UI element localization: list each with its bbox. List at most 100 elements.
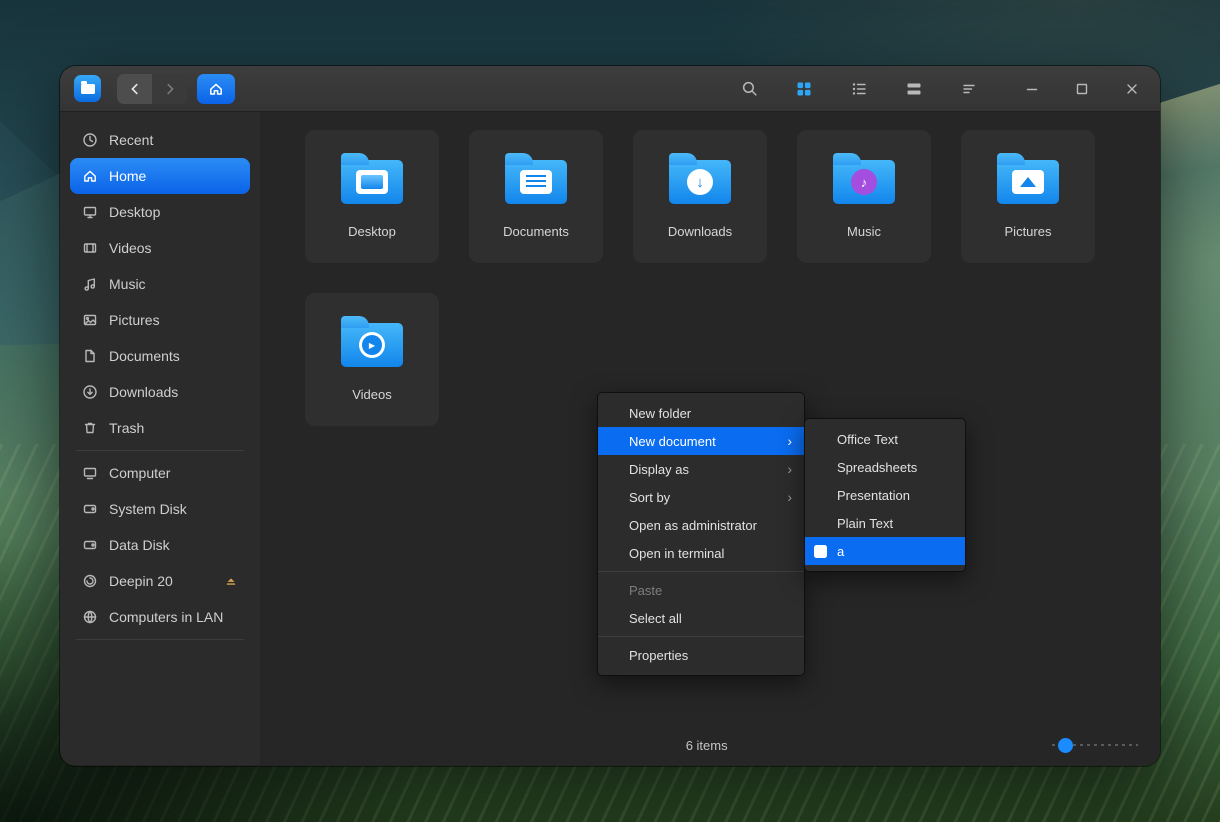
sidebar-item-recent[interactable]: Recent — [70, 122, 250, 158]
icon-size-slider[interactable] — [1052, 737, 1138, 753]
search-icon — [742, 81, 757, 96]
forward-button[interactable] — [152, 73, 187, 104]
menu-item-label: New folder — [629, 405, 692, 421]
music-emblem-icon: ♪ — [851, 169, 877, 195]
home-icon — [82, 168, 98, 184]
pictures-icon — [82, 312, 98, 328]
menu-item-label: New document — [629, 433, 716, 449]
menu-item-label: Properties — [629, 647, 689, 663]
menu-item-sort-by[interactable]: Sort by › — [598, 483, 804, 511]
sidebar-item-label: System Disk — [109, 501, 187, 517]
document-emblem-icon — [520, 170, 552, 194]
sidebar-separator — [76, 639, 244, 640]
folder-item-videos[interactable]: ▶ Videos — [305, 293, 439, 426]
maximize-icon — [1076, 83, 1088, 94]
folder-icon — [341, 153, 403, 204]
menu-item-label: Select all — [629, 610, 682, 626]
minimize-icon — [1026, 88, 1038, 90]
home-button[interactable] — [197, 73, 235, 104]
list-view-button[interactable] — [845, 75, 873, 103]
network-icon — [82, 609, 98, 625]
folder-item-pictures[interactable]: Pictures — [961, 130, 1095, 263]
disk-icon — [82, 501, 98, 517]
video-emblem-icon: ▶ — [359, 332, 385, 358]
folder-icon: ↓ — [669, 153, 731, 204]
menu-item-open-as-administrator[interactable]: Open as administrator — [598, 511, 804, 539]
sidebar-item-system-disk[interactable]: System Disk — [70, 491, 250, 527]
grid-view-button[interactable] — [790, 75, 818, 103]
submenu-item-plain-text[interactable]: Plain Text — [805, 509, 965, 537]
close-icon — [1127, 83, 1137, 94]
menu-item-select-all[interactable]: Select all — [598, 604, 804, 632]
sidebar-item-music[interactable]: Music — [70, 266, 250, 302]
submenu-item-spreadsheets[interactable]: Spreadsheets — [805, 453, 965, 481]
picture-emblem-icon — [1012, 170, 1044, 194]
back-button[interactable] — [117, 73, 152, 104]
sidebar-item-downloads[interactable]: Downloads — [70, 374, 250, 410]
minimize-button[interactable] — [1018, 75, 1046, 103]
sidebar-item-label: Trash — [109, 420, 145, 436]
folder-icon: ▶ — [341, 316, 403, 367]
sidebar-item-data-disk[interactable]: Data Disk — [70, 527, 250, 563]
submenu-item-a[interactable]: a — [805, 537, 965, 565]
download-emblem-icon: ↓ — [687, 169, 713, 195]
music-icon — [82, 276, 98, 292]
menu-item-display-as[interactable]: Display as › — [598, 455, 804, 483]
clock-icon — [82, 132, 98, 148]
context-menu: New folder New document › Display as › S… — [597, 392, 805, 676]
sidebar-item-label: Videos — [109, 240, 152, 256]
videos-icon — [82, 240, 98, 256]
submenu-arrow-icon: › — [787, 461, 792, 477]
sidebar-item-label: Data Disk — [109, 537, 170, 553]
folder-icon — [505, 153, 567, 204]
titlebar[interactable] — [60, 66, 1160, 112]
sidebar-item-computers-in-lan[interactable]: Computers in LAN — [70, 599, 250, 635]
sidebar-item-documents[interactable]: Documents — [70, 338, 250, 374]
folder-item-desktop[interactable]: Desktop — [305, 130, 439, 263]
sidebar-item-label: Desktop — [109, 204, 161, 220]
sidebar-item-computer[interactable]: Computer — [70, 455, 250, 491]
sidebar-separator — [76, 450, 244, 451]
folder-label: Videos — [352, 387, 392, 402]
folder-item-music[interactable]: ♪ Music — [797, 130, 931, 263]
desktop-icon — [82, 204, 98, 220]
submenu-arrow-icon: › — [787, 433, 792, 449]
close-button[interactable] — [1118, 75, 1146, 103]
menu-item-new-folder[interactable]: New folder — [598, 399, 804, 427]
menu-item-new-document[interactable]: New document › — [598, 427, 804, 455]
eject-button[interactable] — [224, 574, 238, 588]
sidebar-item-desktop[interactable]: Desktop — [70, 194, 250, 230]
menu-item-paste: Paste — [598, 576, 804, 604]
chevron-left-icon — [130, 83, 138, 94]
menu-item-properties[interactable]: Properties — [598, 641, 804, 669]
sidebar-item-deepin-20[interactable]: Deepin 20 — [70, 563, 250, 599]
menu-item-label: a — [837, 543, 845, 559]
folder-item-downloads[interactable]: ↓ Downloads — [633, 130, 767, 263]
items-count: 6 items — [685, 737, 728, 753]
folder-item-documents[interactable]: Documents — [469, 130, 603, 263]
submenu-item-office-text[interactable]: Office Text — [805, 425, 965, 453]
menu-button[interactable] — [955, 75, 983, 103]
sidebar-item-label: Deepin 20 — [109, 573, 173, 589]
folder-icon: ♪ — [833, 153, 895, 204]
detail-view-button[interactable] — [900, 75, 928, 103]
sidebar-item-label: Documents — [109, 348, 180, 364]
slider-knob[interactable] — [1058, 738, 1073, 753]
menu-item-label: Sort by — [629, 489, 671, 505]
app-icon — [74, 75, 101, 102]
folder-icon — [997, 153, 1059, 204]
sidebar-item-home[interactable]: Home — [70, 158, 250, 194]
search-button[interactable] — [735, 75, 763, 103]
submenu-arrow-icon: › — [787, 489, 792, 505]
documents-icon — [82, 348, 98, 364]
sidebar-item-pictures[interactable]: Pictures — [70, 302, 250, 338]
status-bar: 6 items — [260, 725, 1160, 765]
menu-item-label: Display as — [629, 461, 689, 477]
sidebar-item-videos[interactable]: Videos — [70, 230, 250, 266]
menu-item-open-in-terminal[interactable]: Open in terminal — [598, 539, 804, 567]
sidebar-item-trash[interactable]: Trash — [70, 410, 250, 446]
menu-item-label: Open as administrator — [629, 517, 757, 533]
submenu-item-presentation[interactable]: Presentation — [805, 481, 965, 509]
maximize-button[interactable] — [1068, 75, 1096, 103]
list-view-icon — [852, 82, 866, 95]
